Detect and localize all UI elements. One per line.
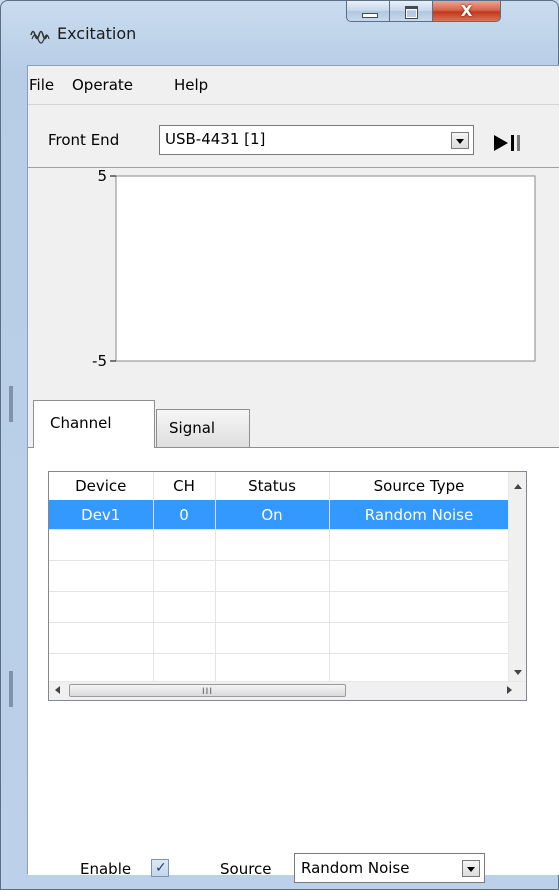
cell-ch: 0 — [153, 500, 216, 530]
empty-cell — [153, 622, 216, 654]
empty-cell — [215, 560, 330, 592]
empty-cell — [329, 529, 510, 561]
channel-grid: Device CH Status Source Type Dev1 0 On R… — [49, 472, 510, 684]
tab-channel[interactable]: Channel — [33, 400, 155, 448]
table-header-row: Device CH Status Source Type — [49, 472, 510, 500]
cell-source-type: Random Noise — [329, 500, 510, 530]
excitation-window: Excitation X File Operate Help Front End… — [0, 0, 559, 890]
column-header-device[interactable]: Device — [49, 472, 154, 500]
frame-accent — [9, 671, 13, 707]
empty-cell — [329, 622, 510, 654]
scroll-left-arrow-icon[interactable] — [55, 686, 60, 694]
empty-cell — [215, 653, 330, 684]
table-row[interactable] — [49, 622, 510, 654]
scroll-right-arrow-icon[interactable] — [507, 686, 512, 694]
tab-control: Channel Signal Device CH Status Source T… — [28, 392, 559, 883]
front-end-dropdown-button[interactable] — [451, 132, 469, 149]
column-header-status[interactable]: Status — [215, 472, 330, 500]
scroll-up-arrow-icon[interactable] — [514, 484, 522, 489]
empty-cell — [153, 560, 216, 592]
waveform-plot: 5 -5 — [92, 168, 536, 370]
scroll-down-arrow-icon[interactable] — [514, 670, 522, 675]
chevron-down-icon — [467, 867, 475, 872]
tab-channel-label: Channel — [50, 414, 112, 432]
menu-operate[interactable]: Operate — [72, 76, 133, 94]
chevron-down-icon — [456, 139, 464, 144]
source-value: Random Noise — [301, 859, 410, 877]
table-row[interactable] — [49, 560, 510, 592]
vertical-scrollbar[interactable] — [508, 472, 526, 683]
table-row[interactable] — [49, 529, 510, 561]
channel-panel: Device CH Status Source Type Dev1 0 On R… — [28, 447, 559, 883]
source-select[interactable]: Random Noise — [294, 853, 485, 883]
maximize-button[interactable] — [390, 1, 433, 22]
empty-cell — [49, 591, 154, 623]
empty-cell — [153, 529, 216, 561]
source-label: Source — [220, 860, 272, 878]
y-tick-label-top: 5 — [97, 168, 107, 185]
y-tick-label-bottom: -5 — [92, 352, 107, 370]
horizontal-scrollbar[interactable]: III — [49, 681, 526, 700]
empty-cell — [49, 622, 154, 654]
close-button[interactable]: X — [433, 1, 501, 22]
empty-cell — [329, 560, 510, 592]
empty-cell — [153, 591, 216, 623]
channel-table[interactable]: Device CH Status Source Type Dev1 0 On R… — [48, 471, 527, 701]
checkmark-icon: ✓ — [155, 860, 167, 876]
scroll-grip-icon: III — [202, 687, 213, 697]
front-end-select[interactable]: USB-4431 [1] — [159, 125, 474, 155]
column-header-source-type[interactable]: Source Type — [329, 472, 510, 500]
cell-device: Dev1 — [49, 500, 154, 530]
table-row[interactable] — [49, 653, 510, 684]
waveform-chart: 5 -5 — [28, 168, 559, 392]
column-header-ch[interactable]: CH — [153, 472, 216, 500]
maximize-icon — [405, 6, 418, 19]
plot-area — [115, 175, 536, 362]
front-end-label: Front End — [48, 131, 120, 149]
tab-signal-label: Signal — [169, 419, 216, 437]
minimize-icon — [362, 13, 378, 18]
title-bar[interactable]: Excitation X — [1, 1, 558, 44]
source-dropdown-button[interactable] — [462, 860, 480, 877]
empty-cell — [329, 653, 510, 684]
close-icon: X — [460, 2, 473, 20]
minimize-button[interactable] — [346, 1, 390, 22]
play-pause-icon[interactable] — [494, 134, 524, 152]
empty-cell — [49, 653, 154, 684]
menu-bar: File Operate Help — [28, 66, 559, 105]
empty-cell — [215, 529, 330, 561]
empty-cell — [329, 591, 510, 623]
menu-help[interactable]: Help — [174, 76, 208, 94]
front-end-toolbar: Front End USB-4431 [1] — [28, 105, 559, 168]
empty-cell — [49, 560, 154, 592]
table-row[interactable]: Dev1 0 On Random Noise — [49, 500, 510, 530]
empty-cell — [49, 529, 154, 561]
empty-cell — [153, 653, 216, 684]
sound-wave-icon — [30, 30, 50, 44]
tab-signal[interactable]: Signal — [156, 409, 250, 447]
menu-file[interactable]: File — [29, 76, 54, 94]
frame-accent — [9, 386, 13, 422]
client-area: File Operate Help Front End USB-4431 [1]… — [27, 65, 559, 883]
empty-cell — [215, 622, 330, 654]
enable-label: Enable — [80, 860, 132, 878]
table-row[interactable] — [49, 591, 510, 623]
window-title: Excitation — [57, 24, 137, 43]
cell-status: On — [215, 500, 330, 530]
front-end-value: USB-4431 [1] — [165, 130, 266, 148]
horizontal-scroll-thumb[interactable]: III — [69, 684, 346, 697]
empty-cell — [215, 591, 330, 623]
enable-checkbox[interactable]: ✓ — [151, 859, 169, 877]
window-controls: X — [346, 1, 501, 22]
